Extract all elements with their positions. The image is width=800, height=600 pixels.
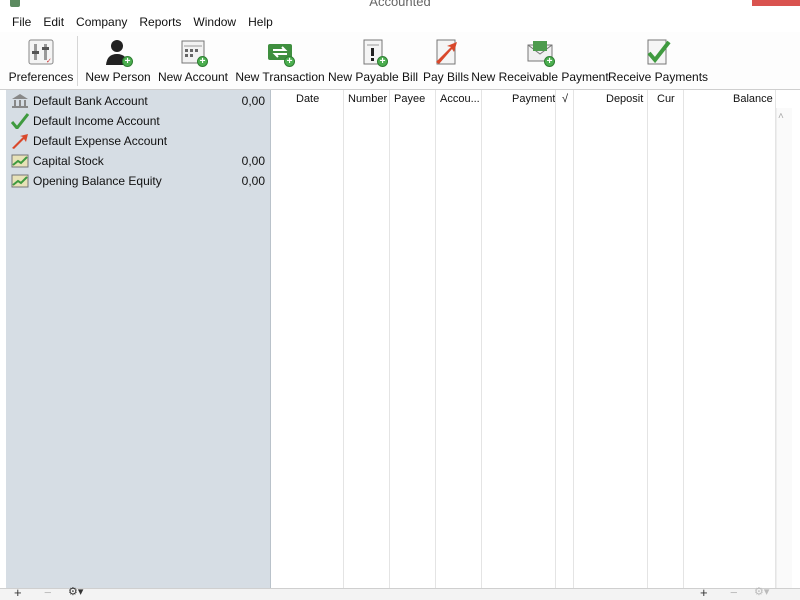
menu-help[interactable]: Help bbox=[242, 15, 279, 29]
account-balance: 0,00 bbox=[241, 94, 265, 108]
new-account-label: New Account bbox=[157, 70, 229, 84]
account-row[interactable]: Capital Stock 0,00 bbox=[6, 151, 271, 171]
column-currency[interactable]: Cur bbox=[657, 93, 675, 105]
account-balance: 0,00 bbox=[241, 174, 265, 188]
account-gear-menu-button[interactable]: ⚙▾ bbox=[68, 585, 83, 598]
plus-badge-icon: + bbox=[197, 56, 208, 67]
vertical-scrollbar[interactable] bbox=[776, 108, 792, 588]
preferences-label: Preferences bbox=[8, 70, 74, 84]
new-transaction-label: New Transaction bbox=[235, 70, 325, 84]
person-icon: + bbox=[103, 37, 133, 67]
add-account-button[interactable]: + bbox=[14, 585, 22, 600]
menu-company[interactable]: Company bbox=[70, 15, 133, 29]
pay-bills-label: Pay Bills bbox=[423, 70, 470, 84]
new-payable-bill-button[interactable]: + New Payable Bill bbox=[327, 32, 419, 90]
remove-account-button[interactable]: − bbox=[44, 585, 52, 600]
column-divider bbox=[389, 90, 390, 588]
column-divider bbox=[573, 90, 574, 588]
payable-bill-icon: + bbox=[358, 37, 388, 67]
account-name: Default Bank Account bbox=[33, 94, 148, 108]
add-transaction-button[interactable]: + bbox=[700, 585, 708, 600]
menu-window[interactable]: Window bbox=[187, 15, 242, 29]
new-payable-bill-label: New Payable Bill bbox=[327, 70, 419, 84]
column-account[interactable]: Accou... bbox=[440, 93, 480, 105]
window-title: Accounted bbox=[369, 0, 431, 9]
account-row[interactable]: Default Income Account bbox=[6, 111, 271, 131]
account-balance: 0,00 bbox=[241, 154, 265, 168]
column-deposit[interactable]: Deposit bbox=[606, 93, 643, 105]
plus-badge-icon: + bbox=[284, 56, 295, 67]
account-name: Default Income Account bbox=[33, 114, 160, 128]
transactions-grid: Date Number Payee Accou... Payment √ Dep… bbox=[272, 90, 792, 588]
scroll-up-arrow-icon[interactable]: ˄ bbox=[778, 111, 784, 122]
toolbar: ✓ Preferences + New Person + New Account… bbox=[0, 32, 800, 90]
menu-reports[interactable]: Reports bbox=[133, 15, 187, 29]
column-divider bbox=[683, 90, 684, 588]
account-row[interactable]: Default Bank Account 0,00 bbox=[6, 91, 271, 111]
bank-icon bbox=[11, 93, 29, 109]
column-balance[interactable]: Balance bbox=[733, 93, 773, 105]
transaction-icon: + bbox=[265, 37, 295, 67]
column-date[interactable]: Date bbox=[296, 93, 319, 105]
close-button[interactable] bbox=[752, 0, 800, 6]
account-name: Capital Stock bbox=[33, 154, 104, 168]
new-person-button[interactable]: + New Person bbox=[85, 32, 151, 90]
new-account-button[interactable]: + New Account bbox=[157, 32, 229, 90]
receivable-payment-icon: + bbox=[525, 37, 555, 67]
column-divider bbox=[555, 90, 556, 588]
account-row[interactable]: Opening Balance Equity 0,00 bbox=[6, 171, 271, 191]
column-payment[interactable]: Payment bbox=[512, 93, 555, 105]
menu-bar: File Edit Company Reports Window Help bbox=[0, 12, 800, 32]
new-person-label: New Person bbox=[85, 70, 151, 84]
menu-edit[interactable]: Edit bbox=[37, 15, 70, 29]
column-check[interactable]: √ bbox=[562, 93, 568, 105]
receive-payments-button[interactable]: Receive Payments bbox=[607, 32, 709, 90]
account-row[interactable]: Default Expense Account bbox=[6, 131, 271, 151]
chart-icon bbox=[11, 173, 29, 189]
new-receivable-payment-label: New Receivable Payment bbox=[471, 70, 609, 84]
pay-bills-button[interactable]: Pay Bills bbox=[423, 32, 469, 90]
remove-transaction-button[interactable]: − bbox=[730, 585, 738, 600]
expense-arrow-icon bbox=[11, 133, 29, 149]
chart-icon bbox=[11, 153, 29, 169]
plus-badge-icon: + bbox=[544, 56, 555, 67]
svg-text:✓: ✓ bbox=[46, 57, 52, 65]
title-bar: Accounted bbox=[0, 0, 800, 10]
column-divider bbox=[343, 90, 344, 588]
plus-badge-icon: + bbox=[122, 56, 133, 67]
receive-payments-icon bbox=[643, 37, 673, 67]
bottom-bar: + − ⚙▾ + − ⚙▾ bbox=[0, 585, 800, 600]
transaction-gear-menu-button[interactable]: ⚙▾ bbox=[754, 585, 769, 598]
account-ledger-icon: + bbox=[178, 37, 208, 67]
column-divider bbox=[435, 90, 436, 588]
accounts-sidebar: Default Bank Account 0,00 Default Income… bbox=[6, 90, 271, 588]
menu-file[interactable]: File bbox=[6, 15, 37, 29]
column-number[interactable]: Number bbox=[348, 93, 387, 105]
pay-bills-icon bbox=[431, 37, 461, 67]
column-divider bbox=[647, 90, 648, 588]
toolbar-separator bbox=[77, 36, 78, 86]
new-receivable-payment-button[interactable]: + New Receivable Payment bbox=[471, 32, 609, 90]
account-name: Opening Balance Equity bbox=[33, 174, 162, 188]
account-name: Default Expense Account bbox=[33, 134, 168, 148]
plus-badge-icon: + bbox=[377, 56, 388, 67]
preferences-icon: ✓ bbox=[26, 37, 56, 67]
column-payee[interactable]: Payee bbox=[394, 93, 425, 105]
receive-payments-label: Receive Payments bbox=[607, 70, 709, 84]
new-transaction-button[interactable]: + New Transaction bbox=[235, 32, 325, 90]
column-divider bbox=[481, 90, 482, 588]
income-check-icon bbox=[10, 113, 30, 131]
grid-header: Date Number Payee Accou... Payment √ Dep… bbox=[272, 90, 792, 110]
preferences-button[interactable]: ✓ Preferences bbox=[8, 32, 74, 90]
